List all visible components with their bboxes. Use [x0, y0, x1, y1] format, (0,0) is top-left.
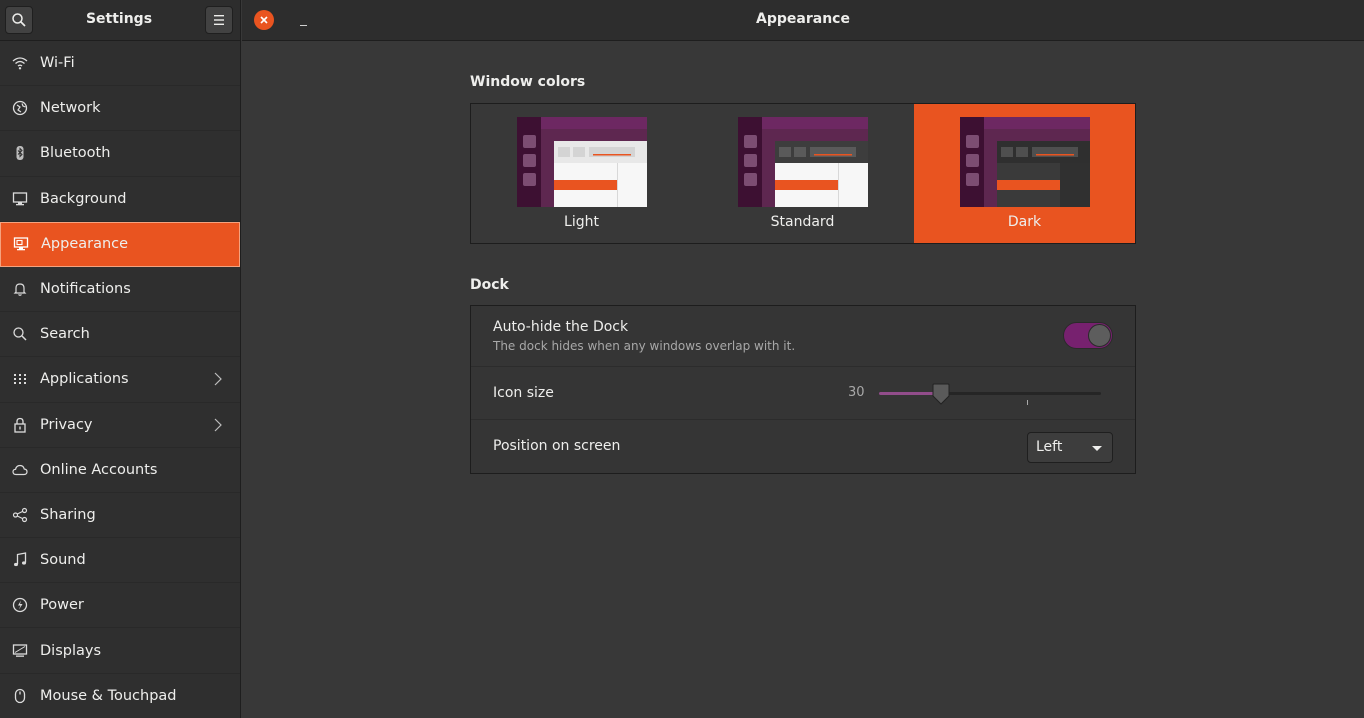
search-button[interactable] — [5, 6, 33, 34]
wifi-icon — [12, 55, 28, 71]
theme-label: Dark — [1007, 214, 1042, 230]
search-icon — [12, 13, 26, 27]
appearance-icon — [13, 236, 29, 252]
sidebar-header: Settings — [0, 0, 241, 41]
sidebar-item-search[interactable]: Search — [0, 312, 240, 358]
grid-icon — [12, 371, 28, 387]
mouse-icon — [12, 688, 28, 704]
dock-heading: Dock — [470, 277, 509, 293]
autohide-toggle[interactable] — [1063, 322, 1113, 349]
share-icon — [12, 507, 28, 523]
sidebar-item-label: Power — [40, 597, 84, 614]
sidebar-item-bluetooth[interactable]: Bluetooth — [0, 131, 240, 177]
sidebar-item-label: Search — [40, 326, 90, 343]
sidebar-item-privacy[interactable]: Privacy — [0, 403, 240, 448]
theme-option-standard[interactable]: Standard — [692, 104, 913, 243]
sidebar-item-label: Notifications — [40, 281, 131, 298]
cloud-icon — [12, 462, 28, 478]
toggle-knob — [1088, 324, 1111, 347]
search-icon — [12, 326, 28, 342]
icon-size-title: Icon size — [493, 385, 554, 401]
sidebar-item-mouse-touchpad[interactable]: Mouse & Touchpad — [0, 674, 240, 718]
page-title: Appearance — [756, 11, 850, 27]
sidebar-item-background[interactable]: Background — [0, 177, 240, 222]
theme-option-dark[interactable]: Dark — [914, 104, 1135, 243]
window-colors-selector: Light Standard Dark — [470, 103, 1136, 244]
sidebar-item-notifications[interactable]: Notifications — [0, 267, 240, 313]
sidebar-item-label: Background — [40, 190, 127, 207]
position-dropdown[interactable]: Left — [1027, 432, 1113, 463]
lock-icon — [12, 417, 28, 433]
sidebar-item-network[interactable]: Network — [0, 86, 240, 132]
sidebar-item-label: Bluetooth — [40, 145, 111, 162]
window-colors-heading: Window colors — [470, 74, 586, 90]
sidebar-item-wifi[interactable]: Wi-Fi — [0, 41, 240, 87]
theme-option-light[interactable]: Light — [471, 104, 692, 243]
dark-theme-preview — [960, 117, 1090, 207]
chevron-right-icon — [214, 418, 222, 432]
sidebar-item-label: Appearance — [41, 236, 129, 253]
icon-size-slider[interactable] — [879, 383, 1101, 405]
autohide-subtitle: The dock hides when any windows overlap … — [493, 339, 796, 353]
dock-settings-panel: Auto-hide the Dock The dock hides when a… — [470, 305, 1136, 474]
sidebar-item-online-accounts[interactable]: Online Accounts — [0, 448, 240, 493]
autohide-title: Auto-hide the Dock — [493, 319, 629, 335]
bell-icon — [12, 281, 28, 297]
chevron-right-icon — [214, 372, 222, 386]
sidebar-item-label: Displays — [40, 642, 102, 659]
dropdown-arrow-icon — [1092, 446, 1102, 451]
position-row: Position on screen Left — [471, 420, 1135, 473]
icon-size-row: Icon size 30 — [471, 367, 1135, 420]
sidebar-item-label: Online Accounts — [40, 461, 158, 478]
sidebar-item-sound[interactable]: Sound — [0, 538, 240, 584]
position-title: Position on screen — [493, 438, 621, 454]
background-icon — [12, 191, 28, 207]
sidebar-item-sharing[interactable]: Sharing — [0, 493, 240, 539]
autohide-row: Auto-hide the Dock The dock hides when a… — [471, 306, 1135, 367]
music-note-icon — [12, 552, 28, 568]
sidebar-item-applications[interactable]: Applications — [0, 357, 240, 403]
sidebar-item-displays[interactable]: Displays — [0, 628, 240, 674]
position-selected-value: Left — [1036, 439, 1063, 455]
slider-tick-mark — [1027, 400, 1028, 405]
sidebar-item-power[interactable]: Power — [0, 583, 240, 629]
network-icon — [12, 100, 28, 116]
sidebar-item-label: Sharing — [40, 506, 96, 523]
slider-handle[interactable] — [931, 383, 951, 405]
sidebar-item-label: Sound — [40, 552, 86, 569]
theme-label: Light — [564, 214, 599, 230]
main-header: Appearance — [242, 0, 1364, 41]
sidebar-item-label: Mouse & Touchpad — [40, 687, 177, 704]
light-theme-preview — [517, 117, 647, 207]
display-icon — [12, 643, 28, 659]
sidebar-item-label: Privacy — [40, 416, 93, 433]
sidebar: Wi-Fi Network Bluetooth Background Appea… — [0, 41, 241, 718]
bluetooth-icon — [12, 145, 28, 161]
sidebar-item-label: Wi-Fi — [40, 55, 75, 72]
icon-size-value: 30 — [848, 385, 865, 400]
standard-theme-preview — [738, 117, 868, 207]
theme-label: Standard — [770, 214, 835, 230]
sidebar-title: Settings — [85, 11, 153, 27]
hamburger-icon — [214, 15, 224, 25]
menu-button[interactable] — [205, 6, 233, 34]
power-icon — [12, 597, 28, 613]
sidebar-item-label: Applications — [40, 371, 129, 388]
sidebar-item-label: Network — [40, 100, 101, 117]
sidebar-item-appearance[interactable]: Appearance — [0, 221, 240, 267]
